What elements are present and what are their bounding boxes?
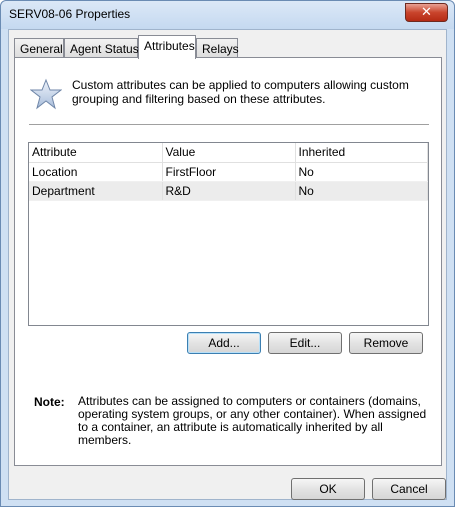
tab-attributes[interactable]: Attributes	[138, 35, 196, 59]
note-text: Attributes can be assigned to computers …	[78, 394, 427, 447]
cell-value: FirstFloor	[162, 162, 296, 182]
remove-button-label: Remove	[363, 336, 409, 350]
ok-button-label: OK	[319, 482, 337, 496]
attributes-table: Attribute Value Inherited Location First…	[29, 143, 428, 201]
edit-button[interactable]: Edit...	[268, 332, 342, 354]
header-row: Attribute Value Inherited	[29, 143, 428, 163]
cell-attribute: Location	[29, 162, 163, 182]
dialog-body: General Agent Status Attributes Relays C…	[8, 29, 447, 500]
table-row[interactable]: Location FirstFloor No	[29, 162, 428, 182]
tab-general-label: General	[20, 42, 63, 56]
attributes-list[interactable]: Attribute Value Inherited Location First…	[28, 142, 429, 326]
tab-general[interactable]: General	[14, 38, 64, 58]
remove-button[interactable]: Remove	[349, 332, 423, 354]
close-icon: ✕	[421, 5, 432, 20]
column-header-attribute[interactable]: Attribute	[29, 143, 163, 163]
table-row[interactable]: Department R&D No	[29, 181, 428, 201]
cancel-button-label: Cancel	[390, 482, 428, 496]
intro-text: Custom attributes can be applied to comp…	[72, 78, 409, 106]
divider	[29, 124, 429, 125]
star-icon	[30, 78, 62, 110]
edit-button-label: Edit...	[289, 336, 321, 350]
tab-relays[interactable]: Relays	[196, 38, 239, 58]
attributes-panel: Custom attributes can be applied to comp…	[14, 57, 442, 466]
note-label: Note:	[34, 395, 65, 409]
cell-attribute: Department	[29, 181, 163, 201]
tab-agent-status[interactable]: Agent Status	[64, 38, 139, 58]
window-title: SERV08-06 Properties	[9, 7, 131, 21]
tab-agent-status-label: Agent Status	[70, 42, 139, 56]
title-bar[interactable]: SERV08-06 Properties ✕	[1, 1, 454, 29]
cell-value: R&D	[162, 181, 296, 201]
cell-inherited: No	[295, 162, 428, 182]
ok-button[interactable]: OK	[291, 478, 365, 500]
cancel-button[interactable]: Cancel	[372, 478, 446, 500]
tab-attributes-label: Attributes	[144, 39, 195, 53]
tab-relays-label: Relays	[202, 42, 239, 56]
column-header-value[interactable]: Value	[162, 143, 296, 163]
add-button[interactable]: Add...	[187, 332, 261, 354]
properties-window: SERV08-06 Properties ✕ General Agent Sta…	[0, 0, 455, 507]
cell-inherited: No	[295, 181, 428, 201]
close-button[interactable]: ✕	[405, 3, 448, 22]
add-button-label: Add...	[208, 336, 240, 350]
column-header-inherited[interactable]: Inherited	[295, 143, 428, 163]
